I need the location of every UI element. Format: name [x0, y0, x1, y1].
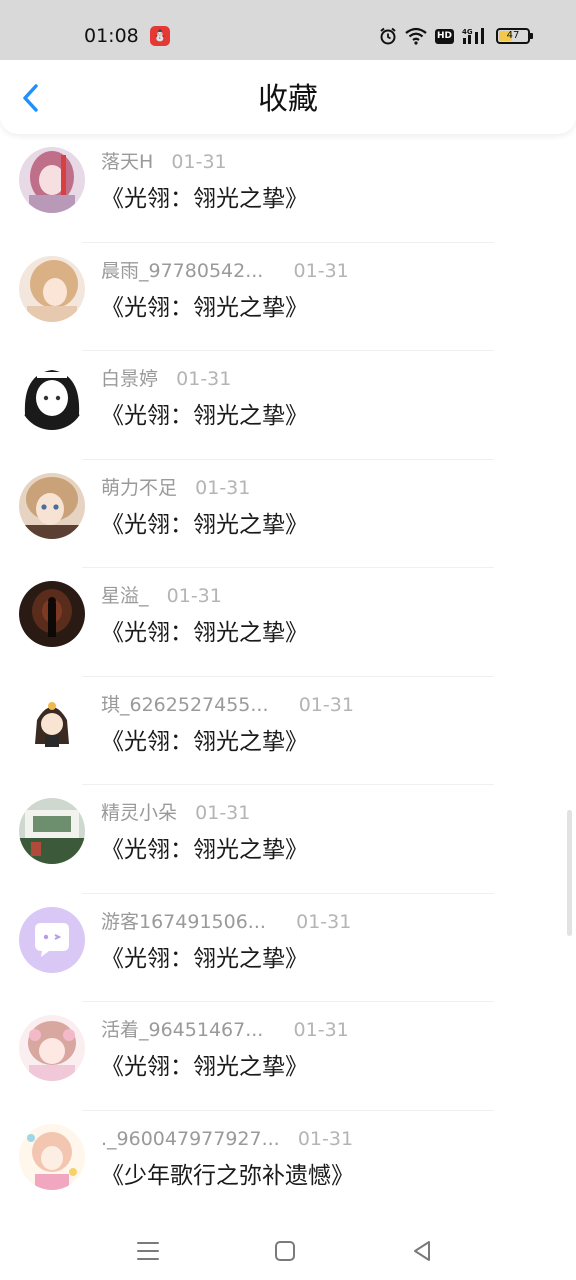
avatar[interactable]	[19, 364, 85, 430]
author-name[interactable]: 落天H	[101, 150, 153, 174]
status-time: 01:08	[84, 25, 139, 47]
item-date: 01-31	[297, 1127, 354, 1150]
item-title[interactable]: 《光翎：翎光之挚》	[101, 293, 308, 323]
author-name[interactable]: 白景婷	[101, 367, 158, 391]
list-item[interactable]: 白景婷 01-31 《光翎：翎光之挚》	[0, 351, 576, 460]
chat-bubble-icon	[19, 906, 85, 973]
item-date: 01-31	[171, 151, 227, 173]
battery-level: 47	[506, 30, 520, 41]
list-item[interactable]: 晨雨_97780542... 01-31 《光翎：翎光之挚》	[0, 243, 576, 351]
list-item[interactable]: 活着_96451467... 01-31 《光翎：翎光之挚》	[0, 1002, 576, 1111]
item-title[interactable]: 《光翎：翎光之挚》	[101, 510, 308, 540]
item-date: 01-31	[293, 259, 349, 282]
back-nav-button[interactable]	[407, 1236, 437, 1266]
home-button[interactable]	[270, 1236, 300, 1266]
item-date: 01-31	[293, 1019, 349, 1041]
author-name[interactable]: 琪_6262527455...	[101, 693, 269, 717]
scrollbar[interactable]	[567, 810, 572, 936]
item-meta: 萌力不足 01-31	[101, 476, 250, 500]
item-date: 01-31	[298, 693, 354, 716]
list-item[interactable]: 游客167491506... 01-31 《光翎：翎光之挚》	[0, 894, 576, 1002]
avatar[interactable]	[19, 255, 85, 322]
author-name[interactable]: 星溢_	[101, 584, 149, 608]
item-meta: 晨雨_97780542... 01-31	[101, 259, 349, 283]
menu-icon	[137, 1242, 159, 1260]
avatar[interactable]	[19, 798, 85, 864]
page-title: 收藏	[258, 82, 318, 117]
author-name[interactable]: 晨雨_97780542...	[101, 259, 263, 283]
status-bar: 01:08 ⛄ HD 4G 47	[0, 0, 576, 60]
avatar[interactable]	[19, 1015, 85, 1081]
item-title[interactable]: 《光翎：翎光之挚》	[101, 835, 308, 865]
app-header: 收藏	[0, 60, 576, 134]
menu-button[interactable]	[133, 1236, 163, 1266]
item-date: 01-31	[195, 476, 251, 499]
item-date: 01-31	[166, 585, 222, 607]
author-name[interactable]: 萌力不足	[101, 476, 177, 500]
author-name[interactable]: ._960047977927...	[101, 1127, 280, 1151]
list-item[interactable]: 精灵小朵 01-31 《光翎：翎光之挚》	[0, 785, 576, 894]
item-title[interactable]: 《少年歌行之弥补遗憾》	[101, 1161, 354, 1191]
item-meta: 游客167491506... 01-31	[101, 910, 351, 934]
avatar[interactable]	[19, 472, 85, 539]
avatar[interactable]	[19, 581, 85, 647]
back-triangle-icon	[414, 1241, 430, 1261]
alarm-icon	[380, 27, 396, 45]
avatar[interactable]	[19, 1123, 85, 1190]
item-meta: 琪_6262527455... 01-31	[101, 693, 354, 717]
item-meta: 活着_96451467... 01-31	[101, 1018, 349, 1042]
list-item[interactable]: 星溢_ 01-31 《光翎：翎光之挚》	[0, 568, 576, 677]
avatar[interactable]	[19, 147, 85, 213]
item-title[interactable]: 《光翎：翎光之挚》	[101, 944, 308, 974]
item-date: 01-31	[176, 368, 232, 390]
author-name[interactable]: 游客167491506...	[101, 910, 266, 934]
battery-icon: 47	[496, 28, 533, 44]
item-title[interactable]: 《光翎：翎光之挚》	[101, 1052, 308, 1082]
wifi-icon	[405, 27, 427, 45]
item-date: 01-31	[195, 802, 251, 824]
item-meta: 白景婷 01-31	[101, 367, 231, 391]
list-item[interactable]: ._960047977927... 01-31 《少年歌行之弥补遗憾》	[0, 1111, 576, 1220]
system-nav-bar	[0, 1222, 576, 1280]
hd-badge: HD	[434, 28, 454, 44]
cellular-4g-icon: 4G	[462, 28, 484, 44]
list-item[interactable]: 落天H 01-31 《光翎：翎光之挚》	[0, 134, 576, 243]
item-title[interactable]: 《光翎：翎光之挚》	[101, 184, 308, 214]
favorites-list: 落天H 01-31 《光翎：翎光之挚》 晨雨_97780542... 01-31…	[0, 134, 576, 1219]
list-item[interactable]: 萌力不足 01-31 《光翎：翎光之挚》	[0, 460, 576, 568]
item-meta: 精灵小朵 01-31	[101, 801, 250, 825]
svg-text:4G: 4G	[462, 28, 473, 36]
item-date: 01-31	[296, 910, 352, 933]
author-name[interactable]: 活着_96451467...	[101, 1018, 263, 1042]
item-title[interactable]: 《光翎：翎光之挚》	[101, 618, 308, 648]
item-meta: 落天H 01-31	[101, 150, 227, 174]
item-title[interactable]: 《光翎：翎光之挚》	[101, 727, 308, 757]
item-meta: 星溢_ 01-31	[101, 584, 222, 608]
status-icons: HD 4G 47	[379, 26, 533, 46]
avatar[interactable]	[19, 689, 85, 756]
item-title[interactable]: 《光翎：翎光之挚》	[101, 401, 308, 431]
item-meta: ._960047977927... 01-31	[101, 1127, 353, 1151]
author-name[interactable]: 精灵小朵	[101, 801, 177, 825]
notification-app-icon: ⛄	[150, 26, 170, 46]
home-square-icon	[275, 1241, 295, 1261]
list-item[interactable]: 琪_6262527455... 01-31 《光翎：翎光之挚》	[0, 677, 576, 785]
avatar[interactable]	[19, 906, 85, 973]
